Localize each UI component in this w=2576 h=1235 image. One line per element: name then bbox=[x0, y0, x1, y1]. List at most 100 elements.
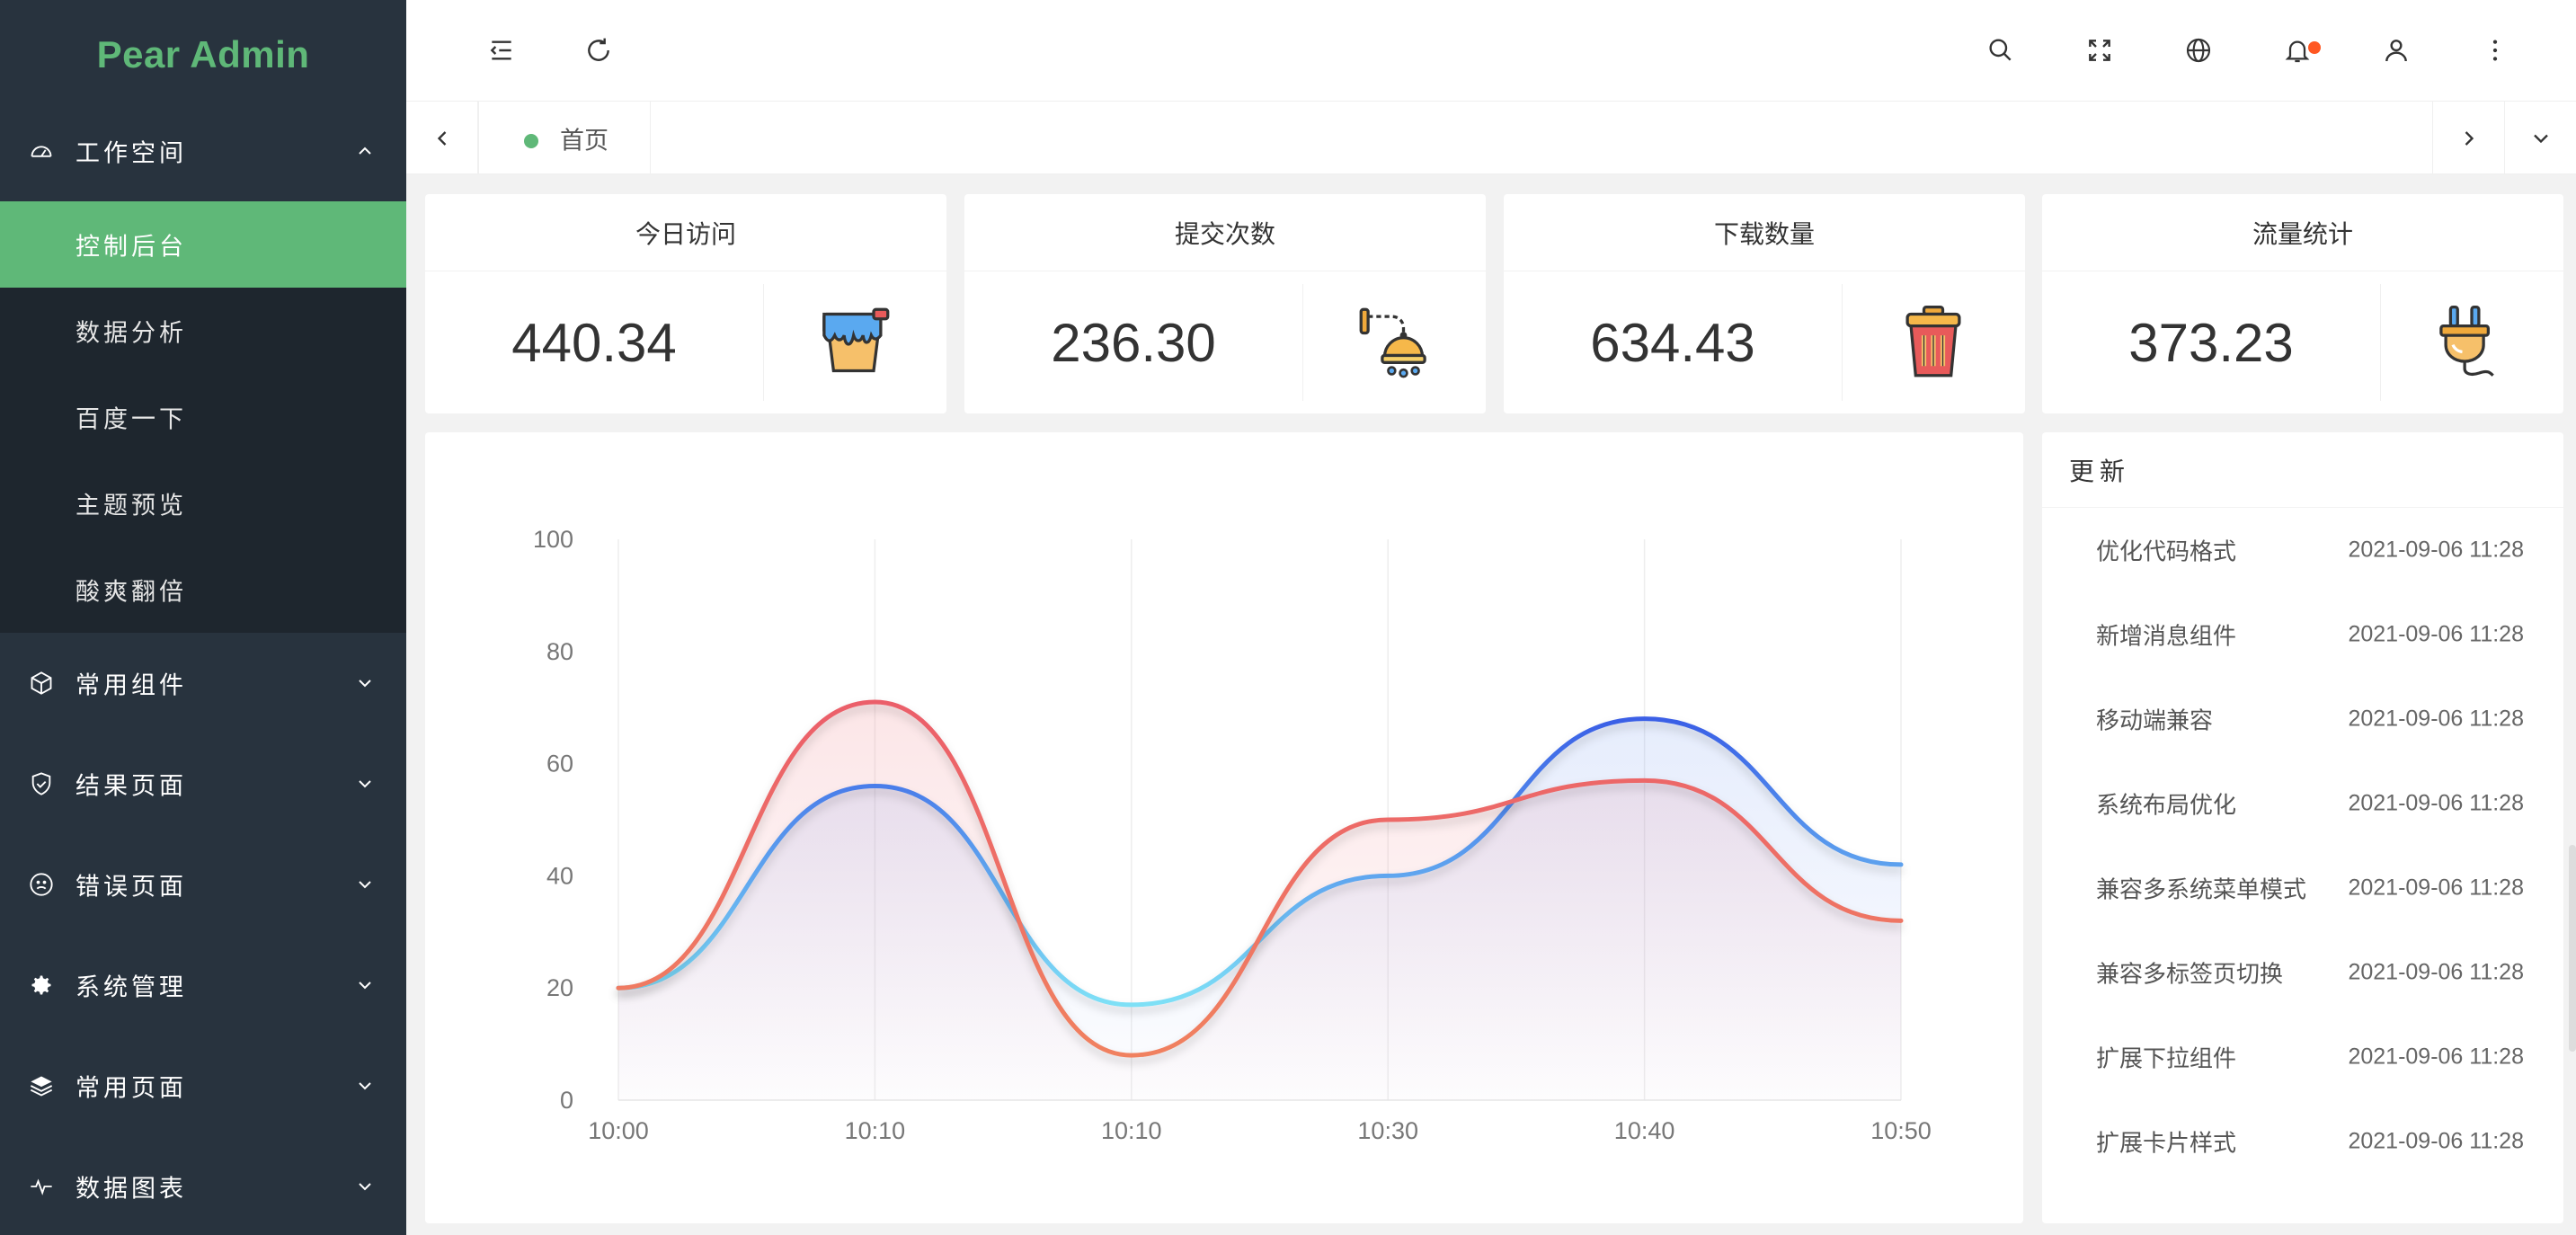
stat-card-visits: 今日访问 440.34 bbox=[425, 194, 946, 413]
y-tick-label: 80 bbox=[546, 638, 573, 665]
line-chart: 020406080100 10:00 10:10 10:10 10:30 10:40 10… bbox=[533, 526, 1932, 1144]
line-chart-card: 0 20 40 60 80 100 10:00 10:10 10:10 10:30 10:40 10… bbox=[425, 432, 2023, 1223]
sidebar-section-label: 常用组件 bbox=[76, 671, 187, 700]
app-logo[interactable]: Pear Admin bbox=[0, 0, 406, 110]
update-time: 2021-09-06 11:28 bbox=[2348, 790, 2524, 816]
sidebar-section-charts[interactable]: 数据图表 bbox=[0, 1136, 406, 1235]
sidebar-item-analysis[interactable]: 数据分析 bbox=[0, 288, 406, 374]
search-button[interactable] bbox=[1976, 25, 2026, 76]
globe-icon bbox=[2186, 38, 2211, 63]
language-button[interactable] bbox=[2173, 25, 2224, 76]
update-item[interactable]: 新增消息组件 2021-09-06 11:28 bbox=[2042, 592, 2563, 677]
update-time: 2021-09-06 11:28 bbox=[2348, 875, 2524, 901]
plug-icon bbox=[2380, 271, 2563, 413]
stat-title: 提交次数 bbox=[964, 194, 1486, 271]
update-text: 优化代码格式 bbox=[2096, 538, 2237, 566]
updates-title: 更新 bbox=[2042, 432, 2563, 508]
stat-card-downloads: 下载数量 634.43 bbox=[1504, 194, 2025, 413]
sidebar-section-system[interactable]: 系统管理 bbox=[0, 935, 406, 1035]
refresh-icon bbox=[588, 38, 609, 61]
update-time: 2021-09-06 11:28 bbox=[2348, 1044, 2524, 1070]
update-text: 兼容多标签页切换 bbox=[2096, 961, 2284, 989]
tab-scroll-right-button[interactable] bbox=[2432, 102, 2504, 174]
chevron-down-icon bbox=[359, 1183, 371, 1191]
collapse-menu-button[interactable] bbox=[476, 25, 527, 76]
updates-card: 更新 优化代码格式 2021-09-06 11:28 新增消息组件 2021-0… bbox=[2042, 432, 2563, 1223]
x-tick-label: 10:10 bbox=[1101, 1117, 1162, 1144]
chart-areas bbox=[618, 701, 1901, 1100]
user-icon bbox=[2385, 40, 2407, 62]
gear-icon bbox=[27, 971, 56, 1000]
bell-icon bbox=[2285, 40, 2310, 63]
x-tick-label: 10:00 bbox=[588, 1117, 649, 1144]
sidebar-item-label: 酸爽翻倍 bbox=[76, 578, 187, 607]
refresh-button[interactable] bbox=[573, 25, 624, 76]
update-item[interactable]: 兼容多标签页切换 2021-09-06 11:28 bbox=[2042, 930, 2563, 1015]
sidebar-item-theme-preview[interactable]: 主题预览 bbox=[0, 460, 406, 546]
stat-title: 今日访问 bbox=[425, 194, 946, 271]
update-item[interactable]: 扩展卡片样式 2021-09-06 11:28 bbox=[2042, 1099, 2563, 1184]
update-text: 兼容多系统菜单模式 bbox=[2096, 876, 2307, 904]
update-text: 系统布局优化 bbox=[2096, 792, 2237, 820]
update-time: 2021-09-06 11:28 bbox=[2348, 706, 2524, 732]
update-text: 扩展下拉组件 bbox=[2096, 1045, 2237, 1073]
notification-badge bbox=[2308, 41, 2321, 54]
tab-label: 首页 bbox=[560, 127, 608, 155]
update-item[interactable]: 扩展下拉组件 2021-09-06 11:28 bbox=[2042, 1015, 2563, 1099]
update-time: 2021-09-06 11:28 bbox=[2348, 1128, 2524, 1154]
trash-bin-icon bbox=[1842, 271, 2025, 413]
chevron-up-icon bbox=[359, 147, 371, 155]
cube-icon bbox=[27, 669, 56, 697]
sidebar-section-workspace[interactable]: 工作空间 bbox=[0, 101, 406, 201]
y-tick-label: 20 bbox=[546, 974, 573, 1001]
sidebar-section-results[interactable]: 结果页面 bbox=[0, 733, 406, 834]
sidebar-section-pages[interactable]: 常用页面 bbox=[0, 1035, 406, 1136]
x-tick-label: 10:40 bbox=[1614, 1117, 1675, 1144]
shield-check-icon bbox=[27, 769, 56, 798]
page-scrollbar[interactable] bbox=[2569, 845, 2576, 1052]
chevron-right-icon bbox=[2465, 130, 2474, 146]
update-text: 移动端兼容 bbox=[2096, 707, 2214, 735]
tab-menu-button[interactable] bbox=[2504, 102, 2576, 174]
sidebar-item-double[interactable]: 酸爽翻倍 bbox=[0, 546, 406, 633]
chevron-left-icon bbox=[437, 130, 446, 146]
chevron-down-icon bbox=[359, 680, 371, 688]
stat-card-traffic: 流量统计 373.23 bbox=[2042, 194, 2563, 413]
sidebar-section-errors[interactable]: 错误页面 bbox=[0, 834, 406, 935]
stat-value: 236.30 bbox=[1051, 312, 1216, 373]
sidebar-section-label: 常用页面 bbox=[76, 1074, 187, 1103]
update-item[interactable]: 移动端兼容 2021-09-06 11:28 bbox=[2042, 677, 2563, 761]
sidebar-item-label: 数据分析 bbox=[76, 319, 187, 348]
sidebar-item-baidu[interactable]: 百度一下 bbox=[0, 374, 406, 460]
update-item[interactable]: 兼容多系统菜单模式 2021-09-06 11:28 bbox=[2042, 846, 2563, 930]
stat-value: 373.23 bbox=[2128, 312, 2294, 373]
x-tick-label: 10:30 bbox=[1357, 1117, 1418, 1144]
stat-title: 流量统计 bbox=[2042, 194, 2563, 271]
active-tab-dot bbox=[524, 134, 538, 148]
notification-button[interactable] bbox=[2272, 25, 2323, 76]
update-text: 扩展卡片样式 bbox=[2096, 1130, 2237, 1158]
y-tick-label: 60 bbox=[546, 751, 573, 777]
paint-bucket-icon bbox=[763, 271, 946, 413]
update-item[interactable]: 优化代码格式 2021-09-06 11:28 bbox=[2042, 508, 2563, 592]
more-icon bbox=[2492, 40, 2498, 61]
update-item[interactable]: 系统布局优化 2021-09-06 11:28 bbox=[2042, 761, 2563, 846]
top-header bbox=[406, 0, 2576, 101]
sidebar-item-console[interactable]: 控制后台 bbox=[0, 201, 406, 288]
x-tick-label: 10:10 bbox=[845, 1117, 906, 1144]
update-text: 新增消息组件 bbox=[2096, 623, 2237, 651]
x-axis: 10:00 10:10 10:10 10:30 10:40 10:50 bbox=[588, 1117, 1932, 1144]
y-axis: 0 20 40 60 80 100 bbox=[533, 526, 573, 1114]
user-button[interactable] bbox=[2371, 25, 2421, 76]
tab-home[interactable]: 首页 bbox=[478, 102, 651, 174]
tab-scroll-left-button[interactable] bbox=[406, 102, 478, 174]
sidebar-section-components[interactable]: 常用组件 bbox=[0, 633, 406, 733]
sidebar-item-label: 主题预览 bbox=[76, 492, 187, 520]
sidebar-section-label: 错误页面 bbox=[76, 873, 187, 902]
more-button[interactable] bbox=[2470, 25, 2520, 76]
stat-title: 下载数量 bbox=[1504, 194, 2025, 271]
fullscreen-button[interactable] bbox=[2074, 25, 2125, 76]
pulse-icon bbox=[27, 1172, 56, 1201]
update-time: 2021-09-06 11:28 bbox=[2348, 959, 2524, 985]
tab-bar: 首页 bbox=[406, 101, 2576, 174]
